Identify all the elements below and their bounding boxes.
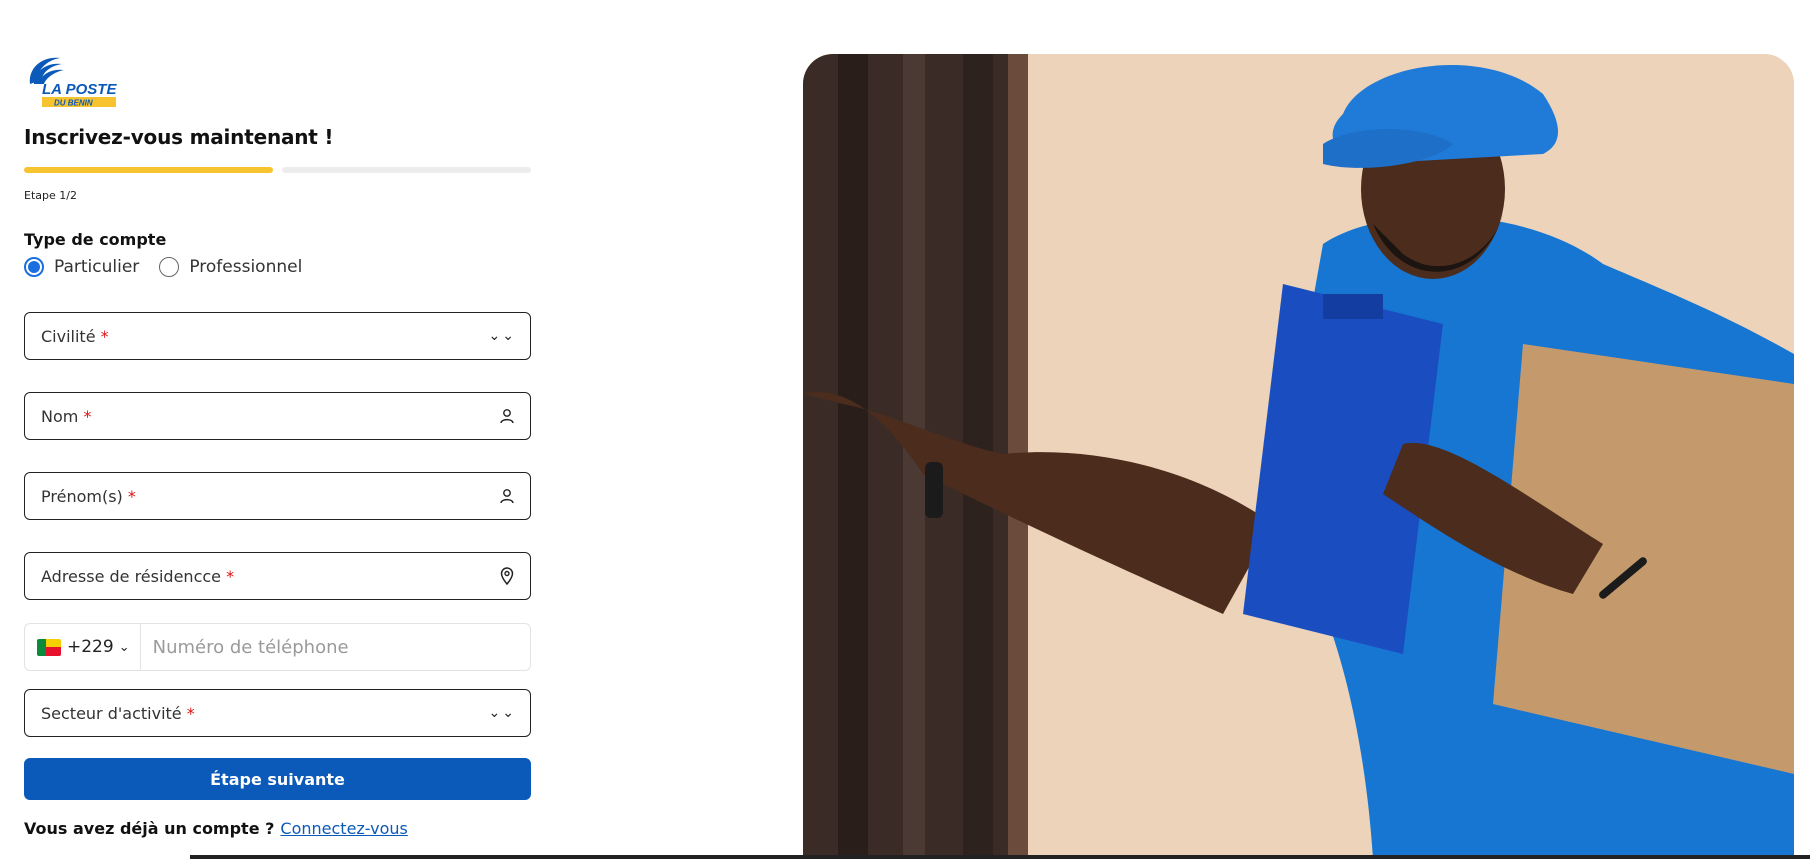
secteur-label: Secteur d'activité * — [41, 703, 195, 723]
logo-subtext: DU BENIN — [54, 99, 93, 108]
account-type-label: Type de compte — [24, 230, 167, 249]
adresse-input[interactable]: Adresse de résidencce * — [24, 552, 531, 600]
chevron-down-icon: ⌄⌄ — [488, 705, 516, 721]
user-icon — [498, 407, 516, 425]
progress-bar-filled — [24, 167, 273, 173]
phone-input[interactable] — [140, 636, 530, 658]
login-prompt-text: Vous avez déjà un compte ? — [24, 819, 275, 838]
phone-field: +229 ⌄ — [24, 623, 531, 671]
login-link[interactable]: Connectez-vous — [280, 819, 407, 838]
secteur-select[interactable]: Secteur d'activité * ⌄⌄ — [24, 689, 531, 737]
nom-label: Nom * — [41, 406, 92, 426]
country-code-select[interactable]: +229 ⌄ — [25, 624, 141, 670]
civilite-select[interactable]: Civilité * ⌄⌄ — [24, 312, 531, 360]
hero-image-delivery-man — [803, 54, 1794, 859]
chevron-down-icon: ⌄⌄ — [488, 328, 516, 344]
civilite-label: Civilité * — [41, 326, 109, 346]
page-bottom-edge — [190, 855, 1810, 859]
prenoms-input[interactable]: Prénom(s) * — [24, 472, 531, 520]
adresse-label: Adresse de résidencce * — [41, 566, 235, 586]
benin-flag-icon — [37, 638, 61, 656]
chevron-down-icon: ⌄ — [118, 639, 130, 655]
nom-input[interactable]: Nom * — [24, 392, 531, 440]
step-indicator: Etape 1/2 — [24, 189, 77, 202]
location-pin-icon — [498, 567, 516, 585]
account-type-radio-group: Particulier Professionnel — [24, 257, 322, 277]
radio-particulier-label[interactable]: Particulier — [54, 257, 139, 277]
next-step-button[interactable]: Étape suivante — [24, 758, 531, 800]
prenoms-label: Prénom(s) * — [41, 486, 136, 506]
progress-bar-empty — [282, 167, 531, 173]
country-code: +229 — [67, 637, 114, 657]
user-icon — [498, 487, 516, 505]
login-prompt: Vous avez déjà un compte ? Connectez-vous — [24, 819, 408, 838]
logo-text: LA POSTE — [42, 81, 117, 98]
radio-professionnel-label[interactable]: Professionnel — [189, 257, 302, 277]
radio-particulier[interactable] — [24, 257, 44, 277]
page-title: Inscrivez-vous maintenant ! — [24, 125, 334, 149]
la-poste-logo: LA POSTE DU BENIN — [24, 54, 118, 108]
radio-professionnel[interactable] — [159, 257, 180, 277]
